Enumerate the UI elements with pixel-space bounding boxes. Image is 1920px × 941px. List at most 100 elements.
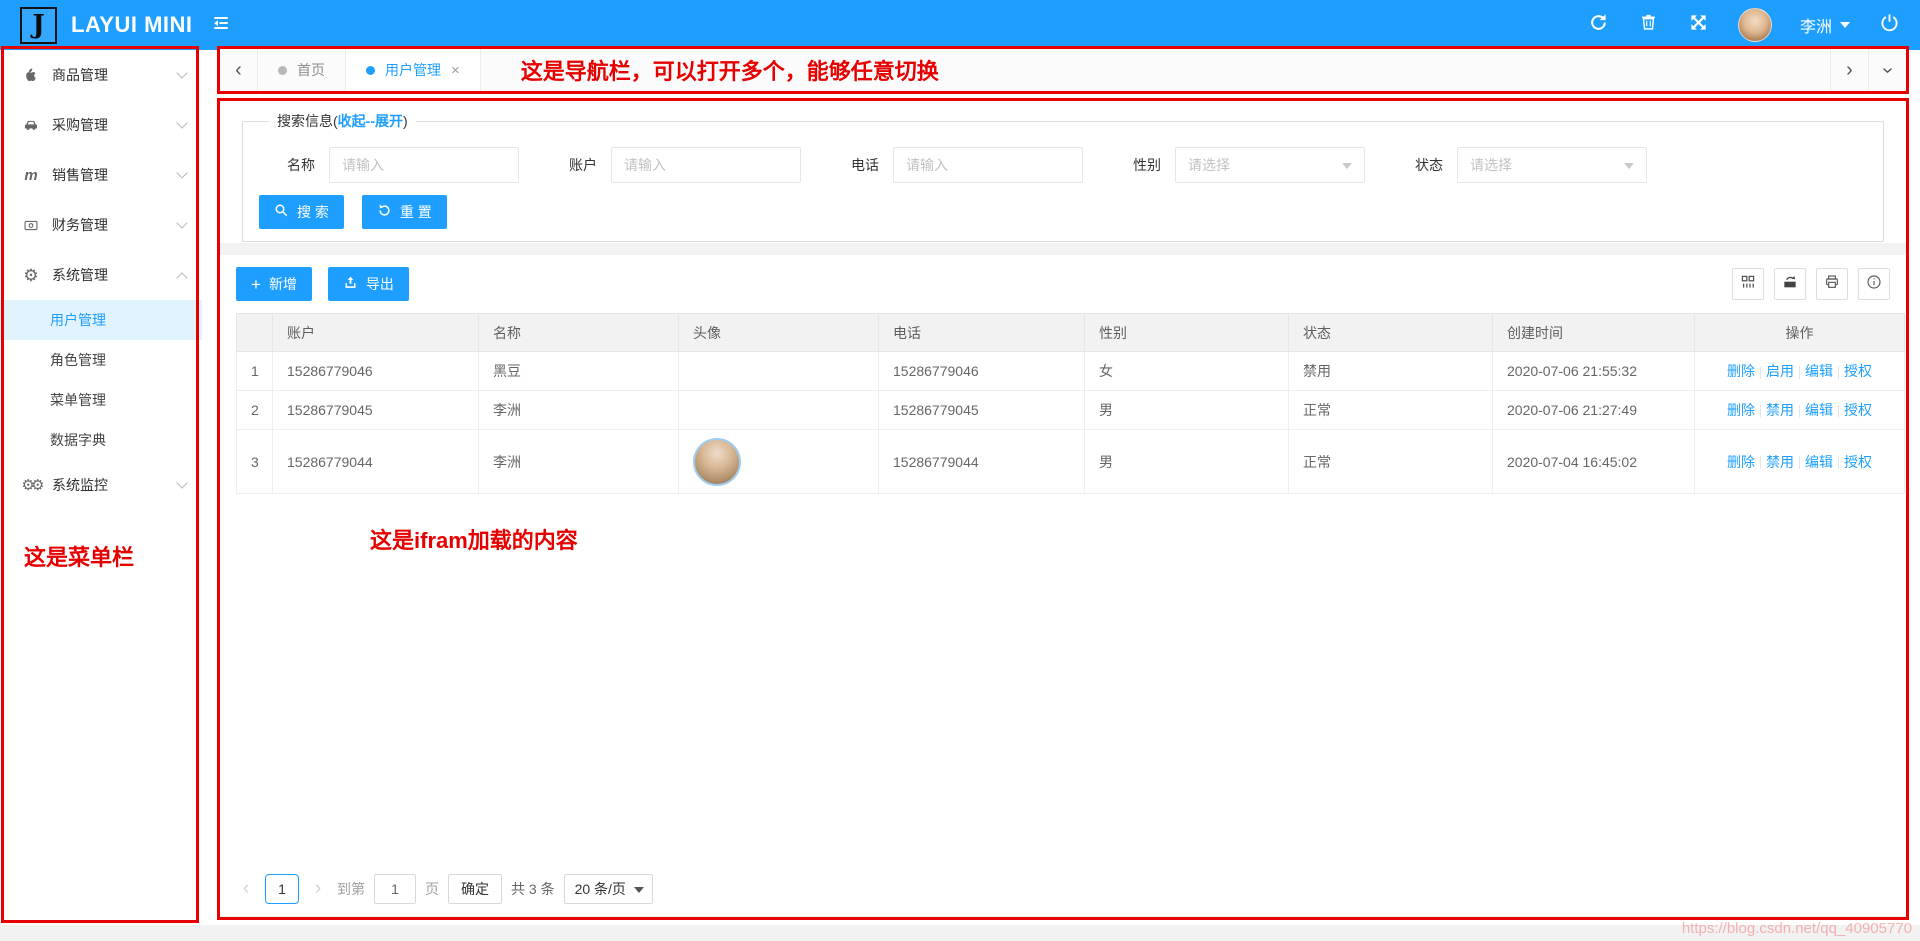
cell-avatar bbox=[678, 429, 879, 494]
delete-link[interactable]: 删除 bbox=[1727, 363, 1755, 379]
tabs-scroll-left-button[interactable]: ‹ bbox=[220, 49, 258, 91]
collapse-expand-link[interactable]: 收起--展开 bbox=[338, 113, 403, 129]
sidebar-item-role-manage[interactable]: 角色管理 bbox=[0, 340, 202, 380]
tab-label: 用户管理 bbox=[385, 62, 441, 78]
apple-icon bbox=[21, 66, 41, 84]
action-separator bbox=[1838, 456, 1839, 470]
cell-phone: 15286779045 bbox=[878, 390, 1085, 430]
search-legend: 搜索信息(收起--展开) bbox=[269, 111, 416, 131]
sidebar-submenu-system: 用户管理 角色管理 菜单管理 数据字典 bbox=[0, 300, 202, 460]
info-button[interactable] bbox=[1858, 268, 1890, 300]
goto-label: 到第 bbox=[337, 881, 365, 897]
car-icon bbox=[21, 117, 41, 133]
col-created: 创建时间 bbox=[1492, 313, 1695, 352]
sidebar: 商品管理 采购管理 m 销售管理 财务管理 ⚙ 系统管理 用户管理 角色管理 菜… bbox=[0, 50, 202, 925]
refresh-icon bbox=[1589, 13, 1608, 37]
cell-account: 15286779046 bbox=[272, 351, 479, 391]
chevron-right-icon: › bbox=[1846, 58, 1853, 81]
logout-button[interactable] bbox=[1878, 14, 1900, 36]
export-button[interactable]: 导出 bbox=[327, 267, 409, 301]
chevron-down-icon bbox=[176, 117, 188, 129]
sidebar-item-label: 系统监控 bbox=[52, 477, 108, 493]
tabs-scroll-right-button[interactable]: › bbox=[1830, 49, 1868, 91]
fullscreen-button[interactable] bbox=[1688, 14, 1710, 36]
money-icon bbox=[21, 218, 41, 233]
delete-link[interactable]: 删除 bbox=[1727, 454, 1755, 470]
sidebar-item-user-manage[interactable]: 用户管理 bbox=[0, 300, 202, 340]
sidebar-item-goods[interactable]: 商品管理 bbox=[0, 50, 202, 100]
close-icon[interactable]: × bbox=[451, 62, 460, 79]
delete-link[interactable]: 删除 bbox=[1727, 402, 1755, 418]
edit-link[interactable]: 编辑 bbox=[1805, 454, 1833, 470]
goto-page-input[interactable] bbox=[374, 874, 416, 904]
disable-link[interactable]: 禁用 bbox=[1766, 454, 1794, 470]
field-label: 账户 bbox=[569, 157, 597, 173]
search-buttons-row: 搜 索 重 置 bbox=[259, 195, 1869, 229]
search-icon bbox=[274, 203, 289, 221]
page-size-select[interactable]: 20 条/页 bbox=[563, 874, 653, 904]
field-label: 状态 bbox=[1415, 157, 1443, 173]
add-button[interactable]: + 新增 bbox=[236, 267, 312, 301]
sidebar-item-sales[interactable]: m 销售管理 bbox=[0, 150, 202, 200]
reset-button[interactable]: 重 置 bbox=[361, 195, 447, 229]
tab-user-manage[interactable]: 用户管理 × bbox=[346, 49, 481, 91]
select-placeholder: 请选择 bbox=[1188, 157, 1230, 173]
add-button-label: 新增 bbox=[268, 276, 297, 292]
user-menu[interactable]: 李洲 bbox=[1800, 13, 1850, 37]
tabbar-spacer bbox=[939, 49, 1830, 91]
search-legend-prefix: 搜索信息( bbox=[277, 113, 338, 129]
refresh-button[interactable] bbox=[1588, 14, 1610, 36]
sidebar-item-label: 采购管理 bbox=[52, 117, 108, 133]
authorize-link[interactable]: 授权 bbox=[1844, 402, 1872, 418]
filter-columns-button[interactable] bbox=[1732, 268, 1764, 300]
trash-icon bbox=[1640, 13, 1657, 37]
sidebar-item-label: 销售管理 bbox=[52, 167, 108, 183]
account-input[interactable] bbox=[611, 147, 801, 183]
action-separator bbox=[1799, 456, 1800, 470]
edit-link[interactable]: 编辑 bbox=[1805, 402, 1833, 418]
field-label: 名称 bbox=[287, 157, 315, 173]
cell-status: 正常 bbox=[1288, 429, 1493, 494]
sidebar-item-menu-manage[interactable]: 菜单管理 bbox=[0, 380, 202, 420]
cell-avatar bbox=[678, 351, 879, 391]
user-avatar[interactable] bbox=[1737, 8, 1772, 42]
sidebar-item-data-dict[interactable]: 数据字典 bbox=[0, 420, 202, 460]
app-root: J LAYUI MINI 李洲 商品管理 采购管理 m 销售管理 财务管理 ⚙ … bbox=[0, 0, 1920, 941]
current-page[interactable]: 1 bbox=[265, 874, 299, 904]
chevron-up-icon bbox=[176, 271, 188, 284]
phone-input[interactable] bbox=[893, 147, 1083, 183]
cell-actions: 删除 禁用 编辑 授权 bbox=[1694, 429, 1905, 494]
enable-link[interactable]: 启用 bbox=[1766, 363, 1794, 379]
sidebar-item-purchase[interactable]: 采购管理 bbox=[0, 100, 202, 150]
export-table-button[interactable] bbox=[1774, 268, 1806, 300]
next-page-button[interactable]: › bbox=[308, 878, 328, 900]
edit-link[interactable]: 编辑 bbox=[1805, 363, 1833, 379]
sidebar-item-monitor[interactable]: ⚙⚙ 系统监控 bbox=[0, 460, 202, 510]
gender-select[interactable]: 请选择 bbox=[1175, 147, 1365, 183]
sidebar-item-finance[interactable]: 财务管理 bbox=[0, 200, 202, 250]
search-button[interactable]: 搜 索 bbox=[259, 195, 344, 229]
chevron-down-icon bbox=[176, 477, 188, 489]
tab-label: 首页 bbox=[297, 62, 325, 78]
prev-page-button[interactable]: ‹ bbox=[236, 878, 256, 900]
user-table: 账户 名称 头像 电话 性别 状态 创建时间 操作 1 15286779046 bbox=[236, 313, 1905, 494]
clear-cache-button[interactable] bbox=[1638, 14, 1660, 36]
status-select[interactable]: 请选择 bbox=[1457, 147, 1647, 183]
header-actions: 李洲 bbox=[1588, 8, 1920, 42]
authorize-link[interactable]: 授权 bbox=[1844, 454, 1872, 470]
total-count-label: 共 3 条 bbox=[511, 881, 555, 897]
name-input[interactable] bbox=[329, 147, 519, 183]
sidebar-item-system[interactable]: ⚙ 系统管理 bbox=[0, 250, 202, 300]
confirm-page-button[interactable]: 确定 bbox=[448, 874, 502, 904]
print-button[interactable] bbox=[1816, 268, 1848, 300]
table-panel: + 新增 导出 账户 名称 头像 电话 性别 状态 创建时间 操作 1 1528… bbox=[220, 255, 1906, 916]
tabs-menu-button[interactable]: › bbox=[1868, 49, 1906, 91]
cell-status: 禁用 bbox=[1288, 351, 1493, 391]
field-name: 名称 bbox=[287, 147, 519, 183]
tab-home[interactable]: 首页 bbox=[258, 49, 346, 91]
disable-link[interactable]: 禁用 bbox=[1766, 402, 1794, 418]
authorize-link[interactable]: 授权 bbox=[1844, 363, 1872, 379]
collapse-menu-button[interactable] bbox=[211, 14, 231, 37]
reset-button-label: 重 置 bbox=[399, 204, 432, 220]
field-phone: 电话 bbox=[851, 147, 1083, 183]
